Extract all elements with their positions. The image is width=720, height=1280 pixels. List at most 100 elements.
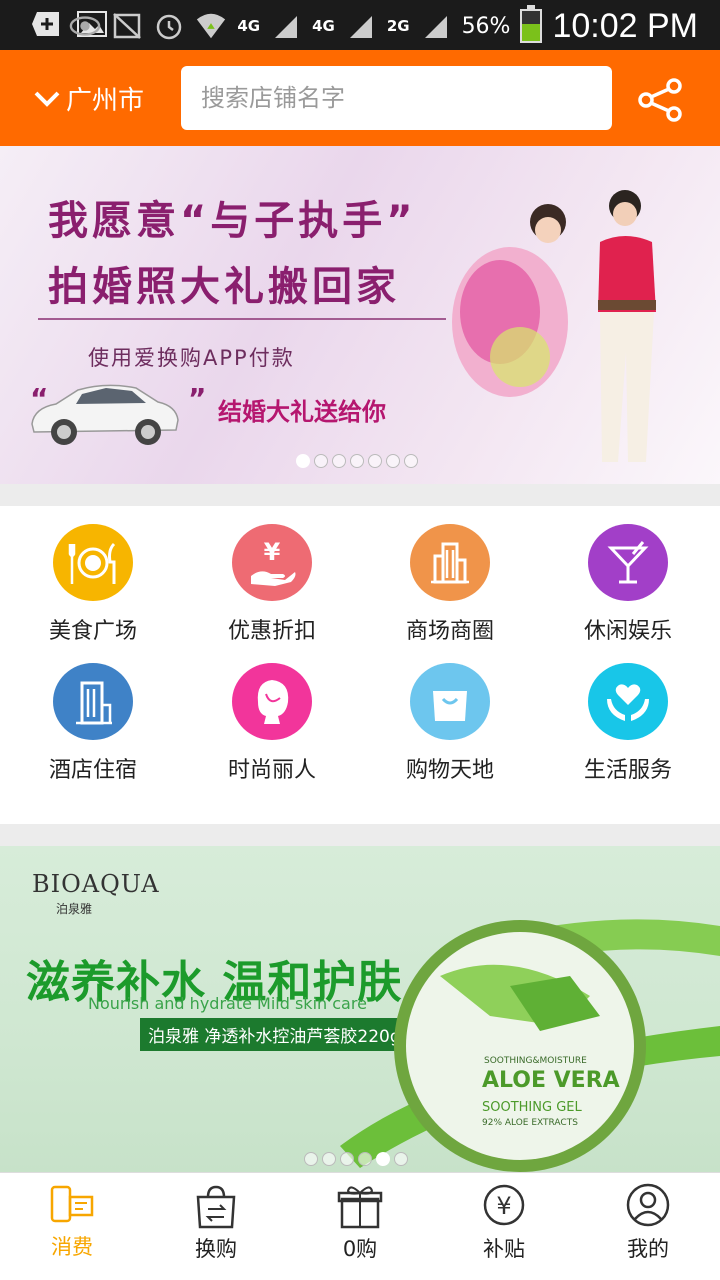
pager-dot[interactable] <box>296 454 310 468</box>
pager-dot[interactable] <box>394 1152 408 1166</box>
battery-fill <box>522 24 541 41</box>
pager-dot[interactable] <box>340 1152 354 1166</box>
wifi-icon <box>195 12 227 40</box>
category-icon-bg <box>410 524 490 601</box>
signal-icon <box>420 12 452 40</box>
category-label: 购物天地 <box>405 758 494 783</box>
category-label: 休闲娱乐 <box>583 619 672 644</box>
tab-exchange[interactable]: 换购 <box>144 1173 288 1280</box>
woman-profile-icon <box>257 679 289 724</box>
gift-box-icon <box>337 1186 383 1229</box>
shopping-bag-icon <box>433 690 467 721</box>
pager-dot[interactable] <box>304 1152 318 1166</box>
signal-icon <box>270 12 302 40</box>
network-type-1: 4G <box>237 17 261 35</box>
quote-mark-icon: ” <box>188 382 207 415</box>
brand-logo: BIOAQUA <box>32 870 160 898</box>
battery-percent: 56% <box>461 13 511 39</box>
signal-icon <box>345 12 377 40</box>
category-hotel[interactable]: 酒店住宿 <box>3 645 183 784</box>
pager-dot[interactable] <box>322 1152 336 1166</box>
category-shopping[interactable]: 购物天地 <box>360 645 540 784</box>
category-icon-bg <box>232 663 312 740</box>
aloe-jar-image <box>340 919 720 1172</box>
tab-consume[interactable]: 消费 <box>0 1173 144 1280</box>
jar-label-1: SOOTHING&MOISTURE <box>484 1056 587 1066</box>
banner-headline-1: 我愿意“与子执手” <box>48 198 417 244</box>
yen-circle-icon: ¥ <box>483 1184 525 1226</box>
tab-label: 0购 <box>342 1237 378 1261</box>
cocktail-icon <box>607 540 649 583</box>
category-beauty[interactable]: 时尚丽人 <box>182 645 362 784</box>
search-input[interactable] <box>181 66 612 130</box>
phone-card-icon <box>50 1185 94 1223</box>
nfc-off-icon <box>111 12 143 40</box>
city-label: 广州市 <box>66 86 145 116</box>
category-life-service[interactable]: 生活服务 <box>538 645 718 784</box>
share-icon[interactable] <box>636 76 684 124</box>
banner-headline-2: 拍婚照大礼搬回家 <box>48 264 400 310</box>
pager-dot[interactable] <box>386 454 400 468</box>
svg-text:¥: ¥ <box>264 538 281 566</box>
eye-icon <box>69 12 101 40</box>
pager-dot[interactable] <box>332 454 346 468</box>
jar-label-2: ALOE VERA <box>482 1068 620 1093</box>
alarm-icon <box>153 12 185 40</box>
category-icon-bg <box>588 524 668 601</box>
category-label: 美食广场 <box>48 619 137 644</box>
category-leisure[interactable]: 休闲娱乐 <box>538 506 718 645</box>
category-dining[interactable]: 美食广场 <box>3 506 183 645</box>
mall-building-icon <box>431 542 469 583</box>
chevron-down-icon <box>34 91 60 107</box>
hotel-building-icon <box>76 681 112 724</box>
ad-subtitle: Nourish and hydrate Mild skin care <box>88 994 367 1013</box>
tab-label: 消费 <box>51 1235 93 1259</box>
banner-gift-text: 结婚大礼送给你 <box>218 398 386 426</box>
clock: 10:02 PM <box>552 6 698 45</box>
category-label: 生活服务 <box>583 758 672 783</box>
pager-dot[interactable] <box>404 454 418 468</box>
category-discount[interactable]: ¥ 优惠折扣 <box>182 506 362 645</box>
category-icon-bg: ¥ <box>232 524 312 601</box>
category-icon-bg <box>53 524 133 601</box>
pager-dot[interactable] <box>358 1152 372 1166</box>
banner-pager <box>304 1152 408 1166</box>
add-box-icon <box>30 10 62 38</box>
category-mall[interactable]: 商场商圈 <box>360 506 540 645</box>
pager-dot[interactable] <box>376 1152 390 1166</box>
battery-icon <box>520 5 543 43</box>
status-right-icons: 4G 4G 2G 56% 10:02 PM <box>69 4 698 48</box>
network-type-2: 4G <box>312 17 335 35</box>
tab-label: 换购 <box>195 1237 237 1261</box>
status-bar: 4G 4G 2G 56% 10:02 PM <box>0 0 720 50</box>
yen-hand-icon: ¥ <box>251 538 296 586</box>
category-icon-bg <box>588 663 668 740</box>
banner-pager <box>296 454 418 468</box>
pager-dot[interactable] <box>350 454 364 468</box>
banner-divider <box>38 318 446 320</box>
banner-subline: 使用爱换购APP付款 <box>88 346 295 370</box>
user-circle-icon <box>626 1183 670 1227</box>
city-selector[interactable]: 广州市 <box>34 80 144 117</box>
promo-banner-wedding[interactable]: 我愿意“与子执手” 拍婚照大礼搬回家 使用爱换购APP付款 “ ” 结婚大礼送给… <box>0 146 720 484</box>
category-label: 商场商圈 <box>405 619 494 644</box>
jar-label-3: SOOTHING GEL <box>482 1100 582 1115</box>
wedding-couple-image <box>452 190 656 462</box>
bottom-tab-bar: 消费 换购 0购 ¥ 补贴 我的 <box>0 1172 720 1280</box>
svg-text:¥: ¥ <box>496 1192 511 1220</box>
brand-logo-cn: 泊泉雅 <box>56 902 93 916</box>
pager-dot[interactable] <box>314 454 328 468</box>
heart-hands-icon <box>607 683 649 721</box>
network-type-3: 2G <box>386 17 410 35</box>
category-grid: 美食广场 ¥ 优惠折扣 商场商圈 休闲娱乐 酒店住宿 时尚丽人 购物天地 生活服… <box>0 506 720 824</box>
dining-icon <box>68 542 116 584</box>
tab-mine[interactable]: 我的 <box>576 1173 720 1280</box>
tab-subsidy[interactable]: ¥ 补贴 <box>432 1173 576 1280</box>
category-label: 酒店住宿 <box>48 758 137 783</box>
tab-zero-buy[interactable]: 0购 <box>288 1173 432 1280</box>
promo-banner-aloe[interactable]: BIOAQUA 泊泉雅 滋养补水 温和护肤 Nourish and hydrat… <box>0 846 720 1172</box>
tab-label: 我的 <box>627 1237 669 1261</box>
category-label: 时尚丽人 <box>227 758 316 783</box>
pager-dot[interactable] <box>368 454 382 468</box>
car-image <box>31 384 179 445</box>
